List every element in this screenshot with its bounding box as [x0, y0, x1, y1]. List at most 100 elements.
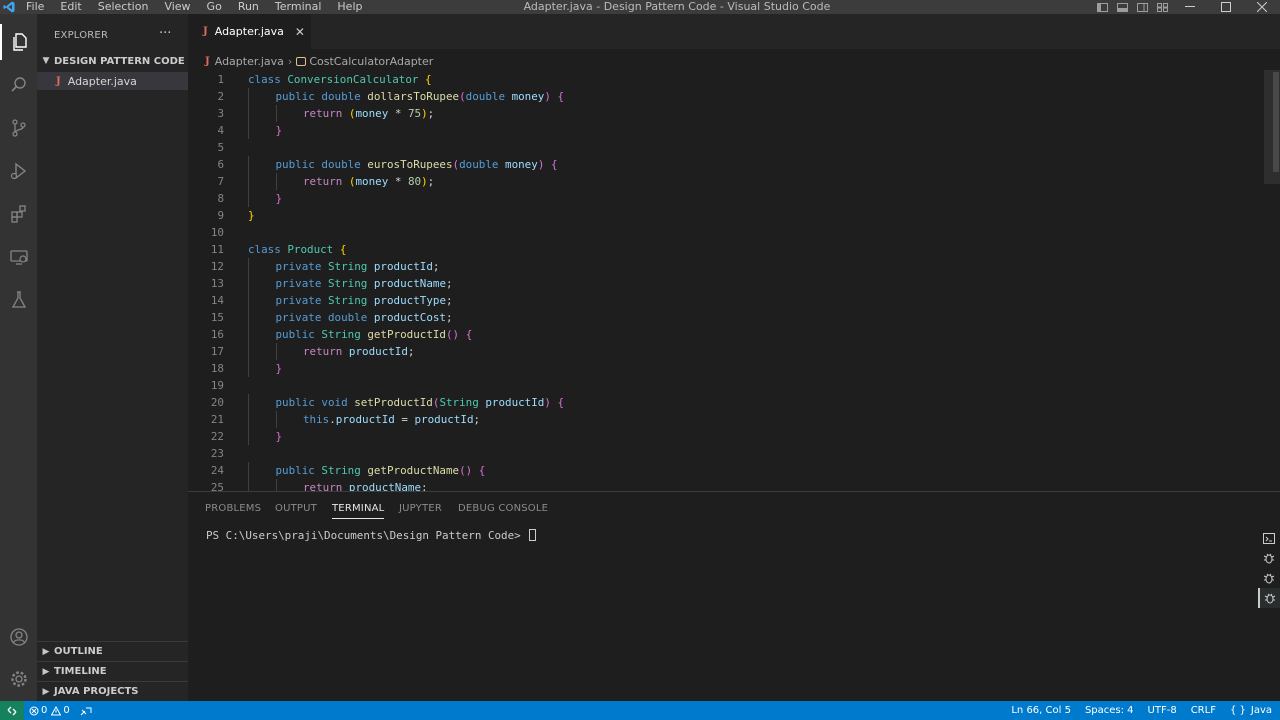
menu-selection[interactable]: Selection: [90, 0, 157, 14]
gear-icon[interactable]: [0, 661, 37, 697]
code-editor[interactable]: 1 class ConversionCalculator {2 public dou…: [188, 70, 1280, 491]
code-token: money: [511, 90, 545, 103]
code-line[interactable]: 17 return productId;: [188, 343, 1248, 360]
code-line[interactable]: 16 public String getProductId() {: [188, 326, 1248, 343]
terminal-line[interactable]: PS C:\Users\praji\Documents\Design Patte…: [206, 529, 537, 542]
close-window-button[interactable]: [1244, 0, 1280, 14]
code-line[interactable]: 6 public double eurosToRupees(double mone…: [188, 156, 1248, 173]
bottom-panel: PROBLEMS OUTPUT TERMINAL JUPYTER DEBUG C…: [188, 491, 1280, 701]
language-label: Java: [1250, 705, 1272, 716]
chevron-down-icon: ▼: [42, 56, 50, 66]
code-line[interactable]: 12 private String productId;: [188, 258, 1248, 275]
code-line[interactable]: 14 private String productType;: [188, 292, 1248, 309]
section-outline[interactable]: ▶ OUTLINE: [37, 641, 188, 661]
code-token: =: [394, 413, 415, 426]
menu-file[interactable]: File: [18, 0, 52, 14]
source-control-icon[interactable]: [0, 110, 37, 146]
code-line[interactable]: 7 return (money * 80);: [188, 173, 1248, 190]
testing-icon[interactable]: [0, 282, 37, 318]
extensions-icon[interactable]: [0, 196, 37, 232]
code-line[interactable]: 10: [188, 224, 1248, 241]
remote-explorer-icon[interactable]: [0, 239, 37, 275]
tab-output[interactable]: OUTPUT: [275, 503, 317, 514]
code-line[interactable]: 11 class Product {: [188, 241, 1248, 258]
code-line[interactable]: 23: [188, 445, 1248, 462]
code-line[interactable]: 18}: [188, 360, 1248, 377]
menu-run[interactable]: Run: [230, 0, 267, 14]
code-token: *: [388, 175, 408, 188]
layout-icon[interactable]: [1152, 0, 1172, 14]
code-line[interactable]: 24 public String getProductName() {: [188, 462, 1248, 479]
problems-status[interactable]: 0 0: [24, 701, 75, 720]
line-number: 8: [217, 192, 224, 205]
section-timeline[interactable]: ▶ TIMELINE: [37, 661, 188, 681]
code-line[interactable]: 1 class ConversionCalculator {: [188, 71, 1248, 88]
tab-adapter-java[interactable]: J Adapter.java ✕: [188, 14, 311, 49]
minimize-button[interactable]: [1172, 0, 1208, 14]
debug-terminal-icon[interactable]: [1258, 568, 1280, 588]
toggle-secondary-sidebar-icon[interactable]: [1132, 0, 1152, 14]
code-line[interactable]: 21 this.productId = productId;: [188, 411, 1248, 428]
menu-edit[interactable]: Edit: [52, 0, 89, 14]
warning-icon: [51, 705, 62, 715]
code-line[interactable]: 15 private double productCost;: [188, 309, 1248, 326]
code-line[interactable]: 4}: [188, 122, 1248, 139]
remote-indicator[interactable]: [0, 701, 24, 720]
menu-go[interactable]: Go: [199, 0, 230, 14]
menu-terminal[interactable]: Terminal: [267, 0, 330, 14]
language-mode[interactable]: { } Java: [1225, 701, 1280, 720]
code-token: ;: [445, 311, 453, 324]
tab-problems[interactable]: PROBLEMS: [205, 503, 261, 514]
breadcrumb-file[interactable]: Adapter.java: [215, 55, 284, 68]
terminal-powershell-icon[interactable]: [1258, 528, 1280, 548]
live-share-icon[interactable]: [75, 701, 97, 720]
search-icon[interactable]: [0, 67, 37, 103]
code-line[interactable]: 5: [188, 139, 1248, 156]
file-item-adapter[interactable]: J Adapter.java: [37, 72, 188, 90]
section-java-projects[interactable]: ▶ JAVA PROJECTS: [37, 681, 188, 701]
code-line[interactable]: 25 return productName;: [188, 479, 1248, 491]
run-debug-icon[interactable]: [0, 153, 37, 189]
code-line[interactable]: 9}: [188, 207, 1248, 224]
code-token: {: [465, 328, 473, 341]
explorer-icon[interactable]: [0, 24, 37, 60]
code-text: public double dollarsToRupee(double mone…: [276, 88, 565, 105]
tab-jupyter[interactable]: JUPYTER: [399, 503, 442, 514]
code-text: public String getProductId() {: [276, 326, 473, 343]
code-line[interactable]: 2 public double dollarsToRupee(double mon…: [188, 88, 1248, 105]
code-token: 75: [407, 107, 422, 120]
code-line[interactable]: 8}: [188, 190, 1248, 207]
code-line[interactable]: 19: [188, 377, 1248, 394]
terminal-cursor: [529, 529, 537, 541]
tab-label: Adapter.java: [214, 25, 284, 38]
more-actions-icon[interactable]: ···: [159, 26, 171, 41]
code-line[interactable]: 20 public void setProductId(String produc…: [188, 394, 1248, 411]
toggle-panel-icon[interactable]: [1112, 0, 1132, 14]
breadcrumb-symbol[interactable]: CostCalculatorAdapter: [309, 55, 433, 68]
workspace-folder[interactable]: ▼ DESIGN PATTERN CODE: [37, 53, 188, 69]
accounts-icon[interactable]: [0, 619, 37, 655]
line-endings[interactable]: CRLF: [1186, 701, 1225, 720]
menu-view[interactable]: View: [156, 0, 198, 14]
debug-terminal-icon[interactable]: [1258, 548, 1280, 568]
code-text: return productId;: [303, 343, 414, 360]
maximize-button[interactable]: [1208, 0, 1244, 14]
encoding[interactable]: UTF-8: [1143, 701, 1186, 720]
code-token: getProductId: [367, 328, 446, 341]
indent-guide: [248, 173, 249, 190]
code-token: ;: [432, 260, 440, 273]
menu-help[interactable]: Help: [329, 0, 370, 14]
code-line[interactable]: 22}: [188, 428, 1248, 445]
code-line[interactable]: 13 private String productName;: [188, 275, 1248, 292]
tab-terminal[interactable]: TERMINAL: [332, 503, 385, 519]
code-line[interactable]: 3 return (money * 75);: [188, 105, 1248, 122]
tab-debug-console[interactable]: DEBUG CONSOLE: [458, 503, 548, 514]
close-icon[interactable]: ✕: [295, 25, 305, 39]
editor-scrollbar[interactable]: [1273, 72, 1279, 172]
code-token: ConversionCalculator: [287, 73, 426, 86]
indentation[interactable]: Spaces: 4: [1080, 701, 1143, 720]
toggle-sidebar-icon[interactable]: [1092, 0, 1112, 14]
debug-terminal-icon[interactable]: [1258, 588, 1280, 608]
code-token: return: [303, 345, 349, 358]
cursor-position[interactable]: Ln 66, Col 5: [1006, 701, 1080, 720]
